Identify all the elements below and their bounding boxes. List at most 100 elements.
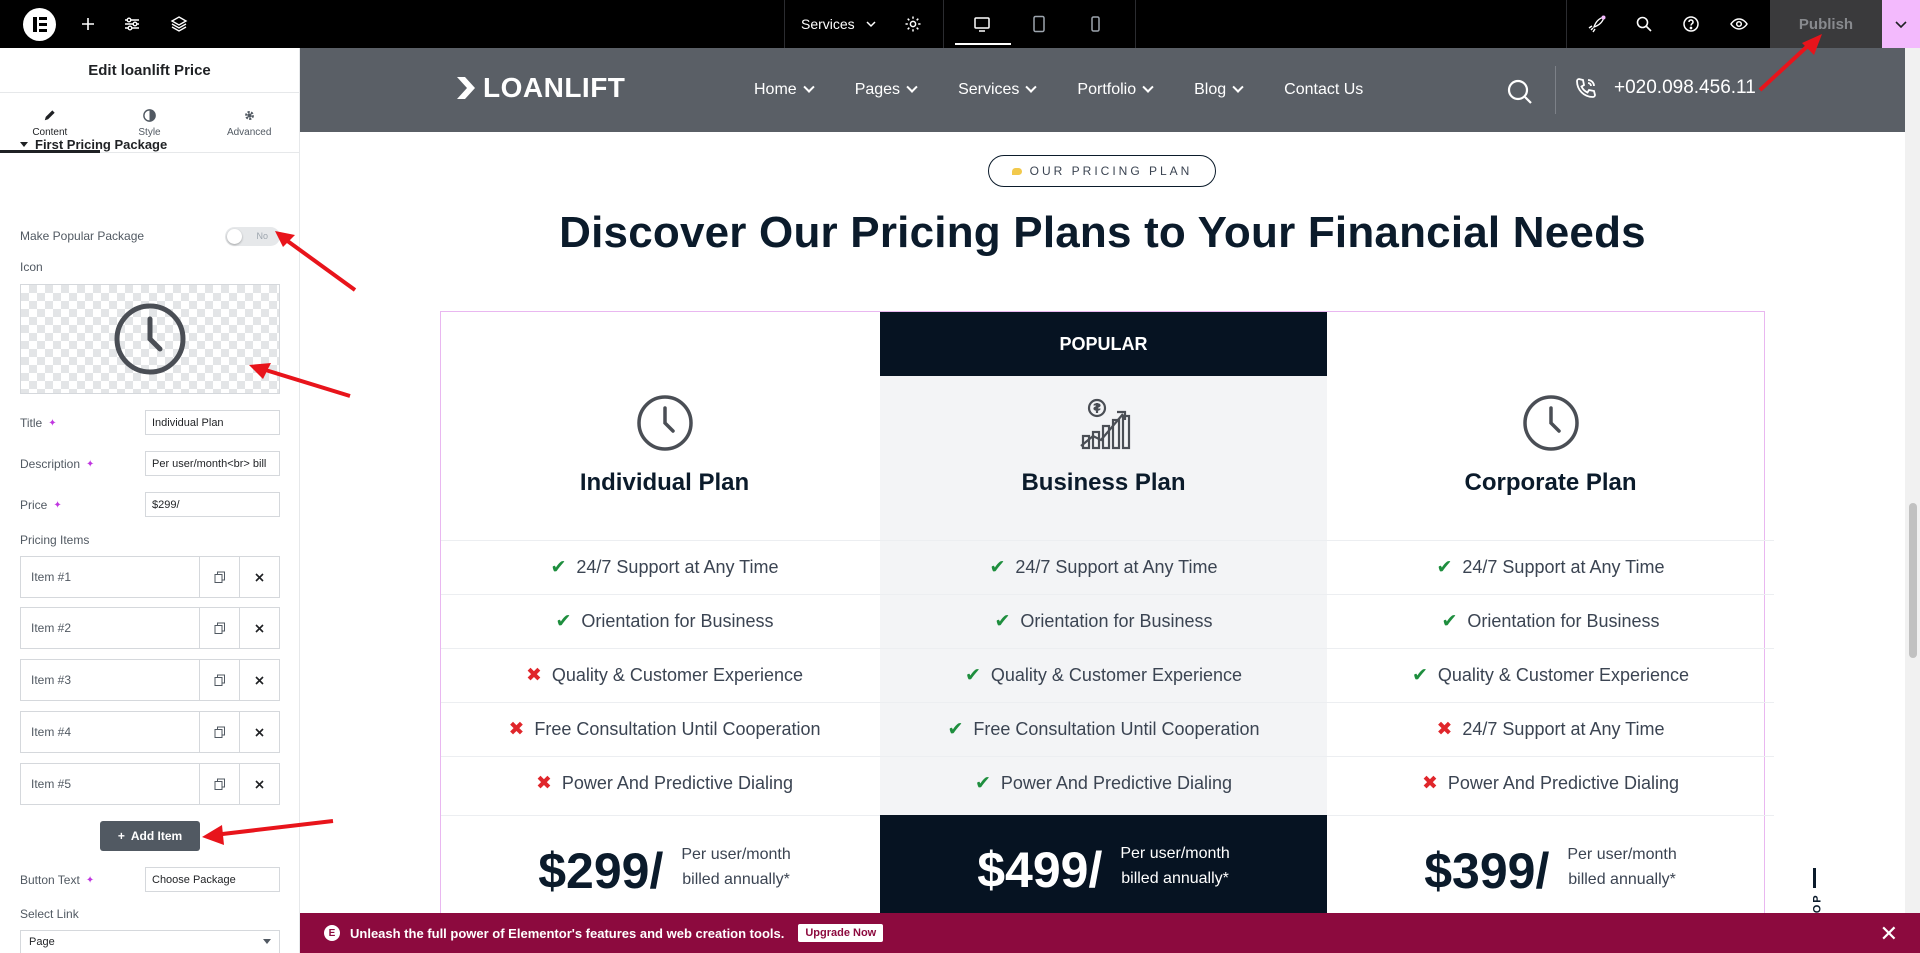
page-selector[interactable]: Services	[801, 0, 877, 48]
button-text-label-text: Button Text	[20, 873, 80, 887]
notifications-rocket-icon[interactable]	[1583, 10, 1611, 38]
check-icon: ✔	[947, 719, 964, 740]
publish-options-button[interactable]	[1882, 0, 1920, 48]
site-logo[interactable]: LOANLIFT	[455, 72, 625, 104]
feature-text: Orientation for Business	[581, 611, 774, 631]
page-settings-gear-icon[interactable]	[899, 10, 927, 38]
site-settings-icon[interactable]	[118, 10, 146, 38]
growth-chart-icon	[880, 394, 1327, 452]
duplicate-icon[interactable]	[199, 608, 239, 648]
nav-item-home[interactable]: Home	[754, 81, 815, 99]
chevron-down-icon	[1025, 81, 1038, 93]
add-element-icon[interactable]	[74, 10, 102, 38]
elementor-logo-icon[interactable]	[23, 8, 56, 41]
banner-text: Unleash the full power of Elementor's fe…	[350, 925, 785, 941]
price-period-line: billed annually*	[682, 871, 790, 888]
tab-label: Style	[138, 126, 161, 138]
nav-item-services[interactable]: Services	[958, 81, 1038, 99]
gear-icon	[244, 110, 254, 120]
nav-item-portfolio[interactable]: Portfolio	[1077, 81, 1154, 99]
repeater-item-title[interactable]: Item #1	[21, 557, 199, 597]
nav-item-pages[interactable]: Pages	[854, 81, 918, 99]
duplicate-icon[interactable]	[199, 712, 239, 752]
top-bar-divider	[784, 0, 785, 48]
select-link-dropdown[interactable]: Page	[20, 930, 280, 953]
remove-icon[interactable]	[239, 712, 279, 752]
annotation-arrow	[1758, 34, 1822, 92]
pricing-column-individual: Individual Plan ✔ 24/7 Support at Any Tim…	[441, 312, 888, 953]
search-icon[interactable]	[1630, 10, 1658, 38]
repeater-item-title[interactable]: Item #4	[21, 712, 199, 752]
feature-row: ✔ Power And Predictive Dialing	[880, 756, 1327, 810]
button-text-input[interactable]: Choose Package	[145, 867, 280, 892]
remove-icon[interactable]	[239, 608, 279, 648]
repeater-item[interactable]: Item #2	[20, 607, 280, 649]
chevron-down-icon	[1895, 21, 1907, 29]
repeater-item-title[interactable]: Item #3	[21, 660, 199, 700]
nav-item-contact[interactable]: Contact Us	[1284, 81, 1363, 99]
structure-layers-icon[interactable]	[165, 10, 193, 38]
nav-label: Contact Us	[1284, 81, 1364, 98]
close-icon[interactable]: ✕	[1880, 921, 1898, 947]
ai-sparkle-icon[interactable]: ✦	[48, 418, 57, 428]
button-text-label: Button Text ✦	[20, 873, 95, 887]
repeater-item-title[interactable]: Item #2	[21, 608, 199, 648]
editor-top-bar: Services Publish	[0, 0, 1920, 48]
tab-advanced[interactable]: Advanced	[199, 93, 299, 152]
canvas-scrollbar[interactable]	[1905, 48, 1920, 953]
canvas-scrollbar-thumb[interactable]	[1909, 503, 1917, 658]
nav-label: Home	[754, 81, 797, 98]
ai-sparkle-icon[interactable]: ✦	[53, 500, 62, 510]
duplicate-icon[interactable]	[199, 557, 239, 597]
price-label: Price ✦	[20, 498, 62, 512]
repeater-item[interactable]: Item #5	[20, 763, 280, 805]
chevron-down-icon	[866, 21, 876, 28]
remove-icon[interactable]	[239, 660, 279, 700]
feature-text: 24/7 Support at Any Time	[1462, 557, 1665, 577]
pricing-table-widget[interactable]: Individual Plan ✔ 24/7 Support at Any Tim…	[440, 311, 1774, 953]
remove-icon[interactable]	[239, 557, 279, 597]
duplicate-icon[interactable]	[199, 764, 239, 804]
repeater-item-title[interactable]: Item #5	[21, 764, 199, 804]
ai-sparkle-icon[interactable]: ✦	[86, 459, 95, 469]
cross-icon: ✖	[535, 773, 552, 794]
duplicate-icon[interactable]	[199, 660, 239, 700]
upgrade-now-button[interactable]: Upgrade Now	[798, 924, 884, 942]
header-phone[interactable]: +020.098.456.11	[1574, 76, 1756, 100]
add-item-label: Add Item	[130, 829, 183, 843]
feature-row: ✔ Orientation for Business	[441, 594, 888, 648]
repeater-item[interactable]: Item #1	[20, 556, 280, 598]
feature-row: ✔ Orientation for Business	[1327, 594, 1774, 648]
repeater-item[interactable]: Item #3	[20, 659, 280, 701]
remove-icon[interactable]	[239, 764, 279, 804]
site-search-icon[interactable]	[1506, 78, 1534, 111]
clock-icon	[114, 303, 186, 375]
desktop-view-icon[interactable]	[968, 10, 996, 38]
preview-eye-icon[interactable]	[1725, 10, 1753, 38]
plus-icon: +	[117, 829, 125, 843]
mobile-view-icon[interactable]	[1081, 10, 1109, 38]
help-icon[interactable]	[1677, 10, 1705, 38]
nav-item-blog[interactable]: Blog	[1194, 81, 1244, 99]
check-icon: ✔	[974, 773, 991, 794]
cross-icon: ✖	[1436, 719, 1453, 740]
popular-badge: POPULAR	[880, 312, 1327, 376]
section-toggle-first-pricing-package[interactable]: First Pricing Package	[20, 137, 167, 152]
ai-sparkle-icon[interactable]: ✦	[86, 875, 95, 885]
nav-label: Portfolio	[1077, 81, 1137, 98]
check-icon: ✔	[994, 611, 1011, 632]
panel-title: Edit loanlift Price	[0, 48, 299, 93]
feature-text: Quality & Customer Experience	[551, 665, 804, 685]
price-input[interactable]: $299/	[145, 492, 280, 517]
icon-picker[interactable]	[20, 284, 280, 394]
price-period-line: Per user/month	[1120, 845, 1230, 862]
feature-text: Orientation for Business	[1020, 611, 1213, 631]
description-input[interactable]: Per user/month<br> bill	[145, 451, 280, 476]
add-item-button[interactable]: + Add Item	[100, 821, 200, 851]
repeater-item[interactable]: Item #4	[20, 711, 280, 753]
nav-label: Pages	[854, 81, 901, 98]
tablet-view-icon[interactable]	[1025, 10, 1053, 38]
cross-icon: ✖	[1421, 773, 1438, 794]
main-nav: Home Pages Services Portfolio Blog Conta…	[754, 48, 1363, 132]
title-input[interactable]: Individual Plan	[145, 410, 280, 435]
